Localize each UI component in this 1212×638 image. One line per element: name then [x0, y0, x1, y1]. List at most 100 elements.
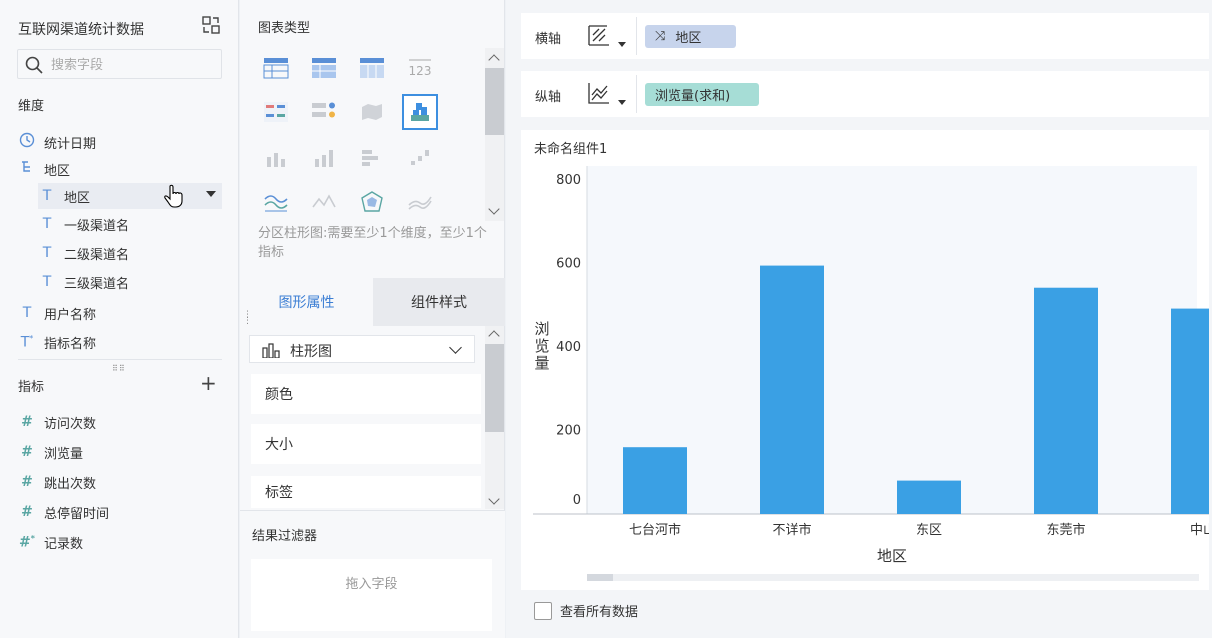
number-field-icon: # [21, 414, 33, 430]
field-menu-arrow-icon[interactable] [206, 191, 216, 197]
y-tick-label: 0 [573, 493, 581, 508]
x-tick-label: 七台河市 [629, 522, 681, 538]
field-label: 统计日期 [44, 136, 97, 152]
line-chart-icon[interactable] [258, 184, 294, 220]
text-field-icon: T [22, 305, 32, 321]
clock-icon [18, 132, 36, 152]
measure-field-bounces[interactable]: # 跳出次数 [18, 469, 96, 495]
x-tick-label: 不详市 [772, 522, 811, 538]
property-size[interactable]: 大小 [251, 424, 481, 464]
dimension-field-username[interactable]: T 用户名称 [18, 300, 96, 326]
grouped-table-icon[interactable] [306, 50, 342, 86]
y-axis-field-label: 浏览量(求和) [655, 89, 731, 104]
measure-section-label: 指标 [18, 380, 45, 395]
view-all-checkbox[interactable] [534, 601, 552, 620]
x-axis-field-pill[interactable]: ⤨ 地区 [645, 25, 736, 48]
table-chart-icon[interactable] [258, 50, 294, 86]
x-tick-label: 东区 [916, 523, 942, 538]
dimension-field-region-group[interactable]: 地区 [18, 156, 70, 182]
kpi-card-icon[interactable] [258, 94, 294, 130]
dimension-section-label: 维度 [18, 99, 45, 114]
properties-scrollbar[interactable] [485, 326, 504, 509]
config-panel: 图表类型 123 分区柱形图:需要至少1个维度，至少1个指标 图形属性 组件样式… [240, 0, 505, 638]
dashboard-card-icon[interactable] [306, 94, 342, 130]
hierarchy-icon [18, 159, 36, 179]
scroll-down-icon[interactable] [488, 493, 500, 505]
y-tick-label: 600 [556, 257, 581, 272]
property-label[interactable]: 标签 [251, 476, 481, 508]
area-chart-icon[interactable] [306, 184, 342, 220]
field-label: 指标名称 [44, 336, 97, 352]
switch-dataset-icon[interactable] [202, 16, 220, 34]
field-label: 三级渠道名 [64, 276, 130, 292]
view-all-label: 查看所有数据 [560, 605, 639, 620]
scrollbar-thumb[interactable] [485, 344, 504, 432]
bar-chart-icon[interactable] [306, 140, 342, 176]
scrollbar-thumb[interactable] [485, 68, 504, 135]
field-label: 二级渠道名 [64, 247, 130, 263]
scroll-up-icon[interactable] [488, 330, 500, 342]
scroll-up-icon[interactable] [488, 54, 500, 66]
horizontal-bar-icon[interactable] [354, 140, 390, 176]
dimension-field-channel2[interactable]: T 二级渠道名 [38, 240, 129, 266]
range-area-icon[interactable] [402, 184, 438, 220]
chart-type-scrollbar[interactable] [485, 48, 504, 221]
dimension-field-channel1[interactable]: T 一级渠道名 [38, 211, 129, 237]
hand-cursor-icon [164, 184, 183, 208]
bar [1171, 308, 1209, 514]
tab-component-style[interactable]: 组件样式 [373, 278, 505, 326]
result-filter-section: 结果过滤器 拖入字段 [240, 510, 505, 638]
result-filter-title: 结果过滤器 [252, 529, 318, 544]
measure-field-pageviews[interactable]: # 浏览量 [18, 439, 83, 465]
measure-field-visits[interactable]: # 访问次数 [18, 409, 96, 435]
svg-text:123: 123 [409, 64, 432, 78]
waterfall-chart-icon[interactable] [402, 140, 438, 176]
tab-graph-properties[interactable]: 图形属性 [240, 278, 373, 326]
chart-h-scrollbar-thumb [587, 574, 613, 581]
x-axis-field-label: 地区 [675, 31, 702, 46]
filter-drop-zone[interactable]: 拖入字段 [251, 559, 492, 631]
scroll-down-icon[interactable] [488, 203, 500, 215]
y-axis-title-char: 浏 [534, 320, 549, 338]
field-label: 一级渠道名 [64, 218, 130, 234]
graph-type-label: 柱形图 [290, 344, 332, 360]
measure-field-dwell-time[interactable]: # 总停留时间 [18, 499, 109, 525]
stacked-bar-icon[interactable] [258, 140, 294, 176]
resize-grip-icon[interactable]: ⠿⠿ [112, 364, 126, 373]
search-input[interactable] [51, 55, 216, 75]
y-axis-type-icon[interactable] [587, 81, 611, 105]
add-measure-button[interactable]: + [200, 373, 217, 393]
dataset-title: 互联网渠道统计数据 [18, 22, 144, 38]
dimension-field-region[interactable]: T 地区 [38, 183, 222, 209]
view-all-data[interactable]: 查看所有数据 [534, 601, 638, 620]
chart-type-title: 图表类型 [258, 21, 311, 36]
partition-bar-chart-icon[interactable] [402, 94, 438, 130]
cross-table-icon[interactable] [354, 50, 390, 86]
field-search[interactable] [17, 49, 222, 79]
number-field-icon: # [21, 474, 33, 490]
graph-type-select[interactable]: 柱形图 [249, 335, 475, 363]
field-label: 地区 [64, 190, 91, 206]
x-axis-bar: 横轴 ⤨ 地区 [521, 13, 1209, 59]
dimension-field-date[interactable]: 统计日期 [18, 129, 96, 155]
kpi-number-icon[interactable]: 123 [402, 50, 438, 86]
property-color[interactable]: 颜色 [251, 374, 481, 414]
section-divider [18, 359, 222, 360]
map-chart-icon[interactable] [354, 94, 390, 130]
axis-separator [636, 75, 637, 113]
dimension-field-channel3[interactable]: T 三级渠道名 [38, 269, 129, 295]
y-axis-dropdown-caret-icon[interactable] [618, 100, 626, 105]
drag-handle-icon[interactable]: ⋮ ⋮ [243, 311, 252, 326]
measure-field-record-count[interactable]: #* 记录数 [18, 529, 83, 555]
x-axis-type-icon[interactable] [587, 23, 611, 47]
text-field-icon: T [42, 216, 52, 232]
text-field-icon: T [42, 188, 52, 204]
x-axis-dropdown-caret-icon[interactable] [618, 42, 626, 47]
app-root: 互联网渠道统计数据 维度 统计日期 地区 [0, 0, 1212, 638]
component-title[interactable]: 未命名组件1 [534, 138, 607, 157]
text-field-icon: T [42, 245, 52, 261]
y-axis-field-pill[interactable]: 浏览量(求和) [645, 83, 759, 106]
dimension-field-metric-name[interactable]: T* 指标名称 [18, 329, 96, 355]
radar-chart-icon[interactable] [354, 184, 390, 220]
y-tick-label: 200 [556, 424, 581, 439]
